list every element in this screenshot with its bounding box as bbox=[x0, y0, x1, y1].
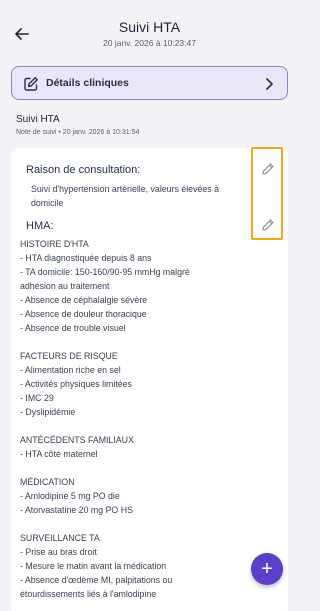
hma-line: ANTÉCÉDENTS FAMILIAUX bbox=[20, 435, 134, 445]
hma-line: FACTEURS DE RISQUE bbox=[20, 351, 118, 361]
consultation-text: Suivi d'hypertension artérielle, valeurs… bbox=[31, 184, 219, 208]
edit-consultation-button[interactable] bbox=[261, 162, 275, 176]
hma-line: - Atorvastatine 20 mg PO HS bbox=[20, 505, 133, 515]
hma-line: - Amlodipine 5 mg PO die bbox=[20, 491, 120, 501]
hma-line: - TA domicile: 150-160/90-95 mmHg malgré bbox=[20, 267, 190, 277]
note-meta: Note de suivi • 20 janv. 2026 à 10:31:54 bbox=[16, 129, 140, 136]
header: Suivi HTA 20 janv. 2026 à 10:23:47 bbox=[0, 0, 299, 56]
hma-line: - Alimentation riche en sel bbox=[20, 365, 121, 375]
pencil-icon bbox=[262, 219, 274, 231]
add-button[interactable]: + bbox=[251, 553, 283, 585]
hma-line: - HTA diagnostiquée depuis 8 ans bbox=[20, 253, 152, 263]
hma-line: MÉDICATION bbox=[20, 477, 75, 487]
pencil-icon bbox=[262, 163, 274, 175]
hma-line: - Activités physiques limitées bbox=[20, 379, 132, 389]
hma-line: étourdissements liés à l'amlodipine bbox=[20, 589, 157, 599]
hma-line: - Dyslipidémie bbox=[20, 407, 76, 417]
hma-line: - HTA côté maternel bbox=[20, 449, 98, 459]
note-title: Suivi HTA bbox=[16, 114, 60, 125]
plus-icon: + bbox=[261, 558, 273, 580]
edit-square-icon bbox=[24, 77, 38, 91]
page-datetime: 20 janv. 2026 à 10:23:47 bbox=[103, 38, 196, 48]
hma-line: adhésion au traitement bbox=[20, 281, 110, 291]
edit-hma-button[interactable] bbox=[261, 218, 275, 232]
hma-spacer bbox=[20, 461, 255, 475]
hma-line: - Absence de trouble visuel bbox=[20, 323, 126, 333]
hma-line: SURVEILLANCE TA bbox=[20, 533, 100, 543]
hma-line: - Prise au bras droit bbox=[20, 547, 97, 557]
hma-spacer bbox=[20, 517, 255, 531]
clinical-details-button[interactable]: Détails cliniques bbox=[11, 66, 288, 100]
hma-line: - Mesure le matin avant la médication bbox=[20, 561, 167, 571]
hma-title: HMA: bbox=[26, 220, 54, 232]
page-title: Suivi HTA bbox=[118, 19, 181, 35]
hma-line: - Absence de céphalalgie sévère bbox=[20, 295, 148, 305]
clinical-details-label: Détails cliniques bbox=[46, 77, 129, 89]
hma-spacer bbox=[20, 335, 255, 349]
consultation-title: Raison de consultation: bbox=[26, 164, 141, 176]
hma-text: HISTOIRE D'HTA - HTA diagnostiquée depuis… bbox=[20, 237, 255, 601]
chevron-right-icon bbox=[266, 78, 273, 90]
hma-line: - Absence de douleur thoracique bbox=[20, 309, 147, 319]
hma-line: HISTOIRE D'HTA bbox=[20, 239, 89, 249]
hma-line: - IMC 29 bbox=[20, 393, 54, 403]
hma-line: - Absence d'œdème MI, palpitations ou bbox=[20, 575, 173, 585]
hma-spacer bbox=[20, 419, 255, 433]
screen: Suivi HTA 20 janv. 2026 à 10:23:47 Détai… bbox=[0, 0, 299, 611]
